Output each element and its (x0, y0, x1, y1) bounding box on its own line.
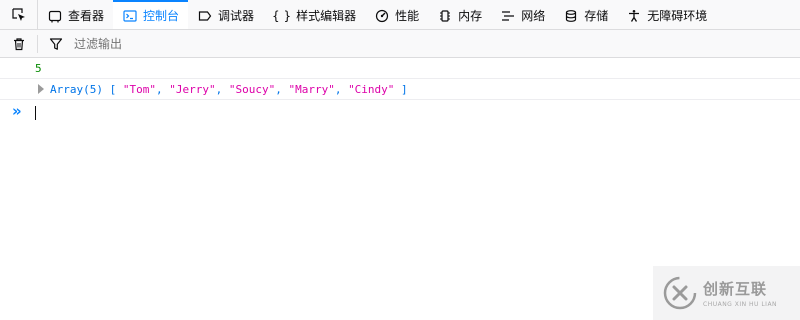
debugger-icon (197, 8, 213, 24)
tab-accessibility[interactable]: 无障碍环境 (617, 0, 716, 29)
console-output: 5 Array(5) [ "Tom", "Jerry", "Soucy", "M… (0, 58, 800, 100)
tab-storage[interactable]: 存储 (554, 0, 617, 29)
array-item: "Jerry" (169, 83, 216, 96)
text-caret (35, 106, 36, 120)
accessibility-icon (626, 8, 642, 24)
element-picker-icon (11, 7, 25, 21)
tab-accessibility-label: 无障碍环境 (647, 9, 708, 23)
filter-toggle-button[interactable] (44, 32, 68, 56)
inspector-icon (47, 8, 63, 24)
element-picker-button[interactable] (0, 0, 38, 29)
array-item: "Marry" (288, 83, 335, 96)
tab-performance[interactable]: 性能 (365, 0, 428, 29)
console-message-number: 5 (0, 58, 800, 79)
prompt-chevron-icon: » (12, 102, 22, 120)
array-open-bracket: [ (109, 83, 117, 96)
array-separator: , (334, 83, 349, 96)
tab-console-label: 控制台 (143, 9, 180, 23)
memory-icon (437, 8, 453, 24)
tab-network[interactable]: 网络 (491, 0, 554, 29)
array-separator: , (275, 83, 289, 96)
console-filter-bar (0, 30, 800, 58)
expand-arrow-icon[interactable] (38, 84, 44, 94)
storage-icon (563, 8, 579, 24)
tab-memory[interactable]: 内存 (428, 0, 491, 29)
tab-inspector[interactable]: 查看器 (38, 0, 113, 29)
console-icon (122, 8, 138, 24)
watermark-brand-cn: 创新互联 (703, 280, 768, 298)
console-message-array[interactable]: Array(5) [ "Tom", "Jerry", "Soucy", "Mar… (0, 79, 800, 100)
style-editor-icon: { } (272, 8, 292, 23)
tab-memory-label: 内存 (458, 9, 483, 23)
tab-network-label: 网络 (521, 9, 546, 23)
array-item: "Tom" (122, 83, 156, 96)
watermark: 创新互联 CHUANG XIN HU LIAN (653, 266, 800, 320)
tab-inspector-label: 查看器 (68, 9, 105, 23)
clear-console-button[interactable] (7, 32, 31, 56)
tab-console[interactable]: 控制台 (113, 0, 189, 29)
tab-storage-label: 存储 (584, 9, 609, 23)
number-value: 5 (35, 62, 42, 75)
tab-style-editor-label: 样式编辑器 (296, 9, 357, 23)
array-separator: , (215, 83, 229, 96)
filter-separator (37, 34, 38, 53)
network-icon (500, 8, 516, 24)
array-separator: , (155, 83, 170, 96)
array-prefix: Array(5) (50, 83, 103, 96)
tab-style-editor[interactable]: { } 样式编辑器 (263, 0, 365, 29)
array-item: "Cindy" (348, 83, 395, 96)
performance-icon (374, 8, 390, 24)
array-close-bracket: ] (401, 83, 408, 96)
console-input[interactable]: » (0, 101, 800, 125)
filter-output-input[interactable] (68, 33, 374, 54)
tab-debugger[interactable]: 调试器 (188, 0, 263, 29)
tab-debugger-label: 调试器 (218, 9, 255, 23)
filter-icon (49, 37, 63, 50)
array-item: "Soucy" (228, 83, 276, 96)
brand-logo-icon (663, 276, 697, 310)
trash-icon (14, 37, 24, 50)
watermark-brand-en: CHUANG XIN HU LIAN (703, 301, 778, 308)
devtools-toolbar: 查看器 控制台 调试器 { } 样式编辑器 性能 内存 网络 存储 无障碍环境 (0, 0, 800, 30)
watermark-text: 创新互联 CHUANG XIN HU LIAN (703, 278, 777, 308)
tab-performance-label: 性能 (395, 9, 420, 23)
